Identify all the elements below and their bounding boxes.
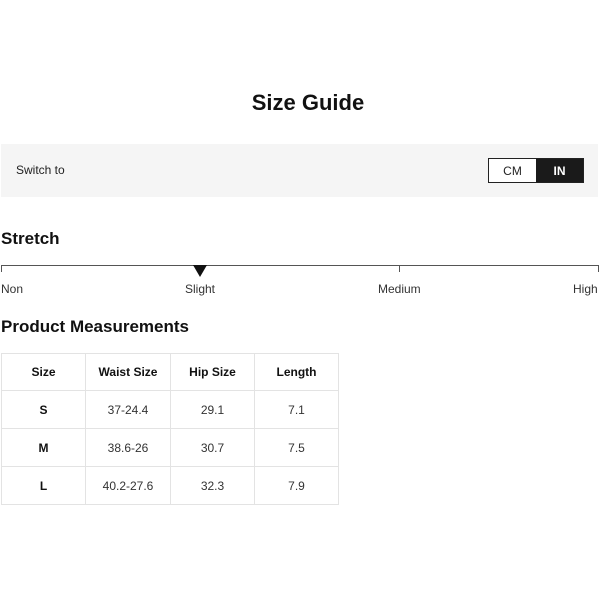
cell-size: S xyxy=(1,390,86,429)
measurements-table: Size Waist Size Hip Size Length S 37-24.… xyxy=(1,353,339,505)
stretch-label-medium: Medium xyxy=(378,282,421,296)
stretch-tick-medium xyxy=(399,265,400,272)
stretch-scale: Non Slight Medium High xyxy=(0,258,600,308)
cell-length: 7.9 xyxy=(254,466,339,505)
header-size: Size xyxy=(1,353,86,391)
size-guide-page: Size Guide Switch to CM IN Stretch Non S… xyxy=(0,0,600,600)
table-row: S 37-24.4 29.1 7.1 xyxy=(1,390,339,429)
stretch-title: Stretch xyxy=(1,229,60,248)
stretch-label-high: High xyxy=(573,282,598,296)
stretch-scale-line xyxy=(1,265,599,266)
stretch-label-slight: Slight xyxy=(185,282,216,296)
measurements-title: Product Measurements xyxy=(1,317,189,336)
table-row: M 38.6-26 30.7 7.5 xyxy=(1,428,339,467)
cell-hip-size: 30.7 xyxy=(170,428,255,467)
table-row: L 40.2-27.6 32.3 7.9 xyxy=(1,466,339,505)
page-title: Size Guide xyxy=(251,90,365,115)
cell-waist-size: 40.2-27.6 xyxy=(85,466,171,505)
unit-in-button[interactable]: IN xyxy=(536,159,583,182)
table-header-row: Size Waist Size Hip Size Length xyxy=(1,353,339,391)
stretch-tick-non xyxy=(1,265,2,272)
cell-size: M xyxy=(1,428,86,467)
unit-cm-button[interactable]: CM xyxy=(489,159,536,182)
stretch-marker-icon xyxy=(193,265,207,277)
header-waist-size: Waist Size xyxy=(85,353,171,391)
cell-waist-size: 37-24.4 xyxy=(85,390,171,429)
cell-size: L xyxy=(1,466,86,505)
stretch-label-non: Non xyxy=(1,282,24,296)
unit-toggle: CM IN xyxy=(488,158,584,183)
cell-waist-size: 38.6-26 xyxy=(85,428,171,467)
cell-length: 7.1 xyxy=(254,390,339,429)
stretch-tick-high xyxy=(598,265,599,272)
cell-hip-size: 32.3 xyxy=(170,466,255,505)
switch-label: Switch to xyxy=(16,163,65,177)
cell-hip-size: 29.1 xyxy=(170,390,255,429)
header-length: Length xyxy=(254,353,339,391)
cell-length: 7.5 xyxy=(254,428,339,467)
header-hip-size: Hip Size xyxy=(170,353,255,391)
